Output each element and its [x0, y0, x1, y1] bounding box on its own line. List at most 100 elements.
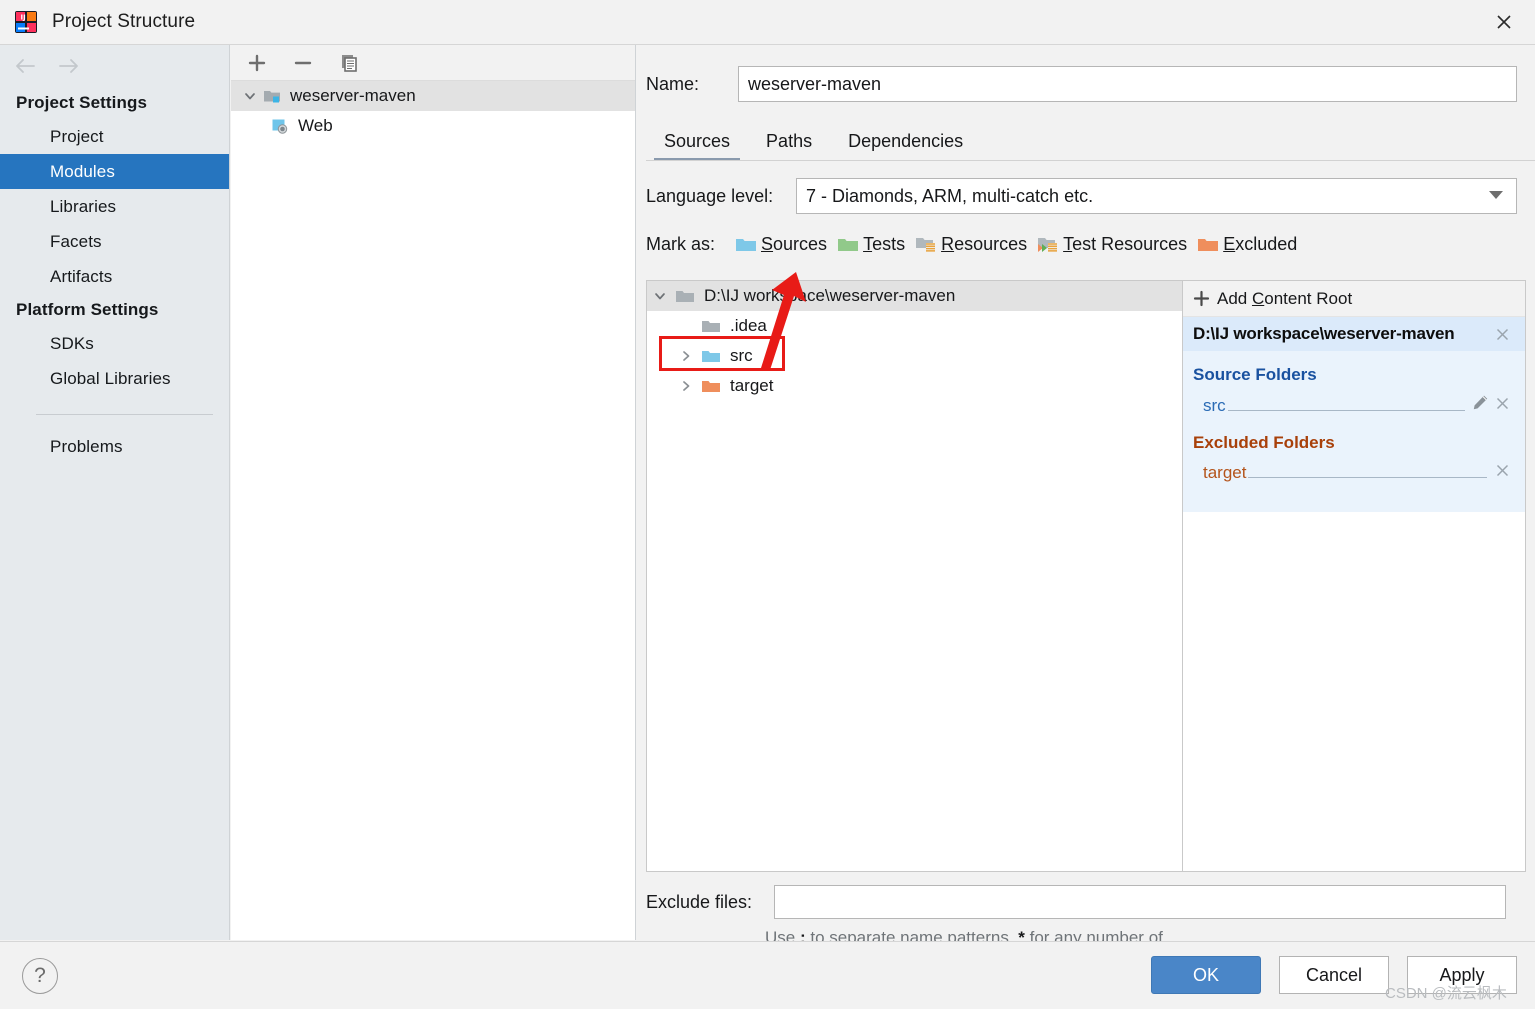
dialog-footer: ? OK Cancel Apply [0, 941, 1535, 1009]
detail-tabs: Sources Paths Dependencies [646, 121, 1535, 161]
file-tree-label: .idea [730, 316, 767, 335]
sidebar-item-project[interactable]: Project [0, 119, 229, 154]
sidebar-navigation [0, 45, 229, 87]
file-tree-row-src[interactable]: src [647, 341, 1182, 371]
module-details-panel: Name: Sources Paths Dependencies Languag… [637, 45, 1535, 973]
module-tree-label: weserver-maven [290, 86, 416, 105]
close-icon[interactable] [1491, 323, 1513, 345]
arrow-left-icon[interactable] [12, 55, 38, 77]
sidebar-group-project-settings: Project Settings [16, 93, 148, 112]
file-tree-row-idea[interactable]: .idea [647, 311, 1182, 341]
file-tree-row-content-root[interactable]: D:\IJ workspace\weserver-maven [647, 281, 1182, 311]
language-level-select[interactable]: 7 - Diamonds, ARM, multi-catch etc. [796, 178, 1517, 214]
module-name-label: Name: [646, 73, 700, 94]
mark-as-row: Mark as: Sources Tests Resources Test Re… [646, 234, 1535, 255]
add-content-root-label: Add Content Root [1217, 288, 1353, 308]
excluded-folder-row-target[interactable]: target [1183, 457, 1525, 487]
pencil-icon[interactable] [1469, 394, 1491, 411]
mark-as-tests-button[interactable]: Tests [837, 234, 905, 255]
plus-icon [1193, 290, 1210, 307]
content-file-tree: D:\IJ workspace\weserver-maven .idea src… [647, 281, 1183, 871]
sidebar-item-facets[interactable]: Facets [0, 224, 229, 259]
file-tree-row-target[interactable]: target [647, 371, 1182, 401]
mark-as-sources-button[interactable]: Sources [735, 234, 827, 255]
module-folder-icon [261, 88, 283, 104]
module-tree-row-web[interactable]: Web [231, 111, 635, 141]
tab-sources[interactable]: Sources [646, 125, 748, 161]
mark-as-tests-label: Tests [863, 234, 906, 254]
folder-excluded-icon [1197, 236, 1219, 254]
close-icon[interactable] [1491, 392, 1513, 414]
chevron-down-icon[interactable] [239, 89, 261, 103]
folder-gray-icon [673, 288, 697, 304]
exclude-files-row: Exclude files: [646, 885, 1526, 919]
mark-as-label: Mark as: [646, 234, 716, 254]
mark-as-sources-label: Sources [761, 234, 828, 254]
folder-tests-icon [837, 236, 859, 254]
excluded-folder-name: target [1203, 463, 1247, 482]
window-title: Project Structure [52, 11, 196, 32]
plus-icon[interactable] [244, 50, 270, 76]
excluded-folders-heading: Excluded Folders [1193, 432, 1335, 452]
modules-toolbar [231, 45, 635, 81]
module-tree-row-weserver-maven[interactable]: weserver-maven [231, 81, 635, 111]
mark-as-test-resources-button[interactable]: Test Resources [1037, 234, 1187, 255]
sidebar-item-problems[interactable]: Problems [0, 429, 229, 464]
chevron-down-icon[interactable] [1488, 187, 1504, 205]
add-content-root-button[interactable]: Add Content Root [1183, 281, 1525, 317]
exclude-files-input[interactable] [774, 885, 1506, 919]
intellij-idea-logo-icon: IJ [14, 10, 38, 34]
content-roots-panel: Add Content Root D:\IJ workspace\weserve… [1183, 281, 1525, 871]
folder-resources-icon [915, 236, 937, 254]
content-root-row[interactable]: D:\IJ workspace\weserver-maven [1183, 317, 1525, 351]
file-tree-label: src [730, 346, 753, 365]
file-tree-label: D:\IJ workspace\weserver-maven [704, 286, 956, 305]
module-name-row: Name: [637, 65, 1535, 103]
module-tree-label: Web [298, 116, 333, 135]
sidebar-item-modules[interactable]: Modules [0, 154, 229, 189]
sources-panels: D:\IJ workspace\weserver-maven .idea src… [646, 280, 1526, 872]
cancel-button[interactable]: Cancel [1279, 956, 1389, 994]
svg-text:IJ: IJ [21, 14, 26, 22]
title-bar: IJ Project Structure [0, 0, 1535, 45]
chevron-down-icon[interactable] [647, 289, 673, 303]
close-icon[interactable] [1491, 460, 1513, 482]
mark-as-excluded-button[interactable]: Excluded [1197, 234, 1297, 255]
mark-as-excluded-label: Excluded [1223, 234, 1298, 254]
copy-icon[interactable] [336, 50, 362, 76]
folder-gray-icon [699, 318, 723, 334]
ok-button[interactable]: OK [1151, 956, 1261, 994]
content-root-path: D:\IJ workspace\weserver-maven [1193, 324, 1455, 343]
chevron-right-icon[interactable] [673, 349, 699, 363]
arrow-right-icon[interactable] [56, 55, 82, 77]
content-root-body: D:\IJ workspace\weserver-maven Source Fo… [1183, 317, 1525, 512]
dialog-buttons: OK Cancel Apply [1151, 956, 1517, 994]
source-folders-heading: Source Folders [1193, 365, 1317, 384]
folder-sources-icon [735, 236, 757, 254]
web-facet-icon [269, 118, 291, 134]
close-icon[interactable] [1473, 0, 1535, 44]
module-name-input[interactable] [738, 66, 1517, 102]
folder-excluded-icon [699, 378, 723, 394]
sidebar-item-artifacts[interactable]: Artifacts [0, 259, 229, 294]
apply-button[interactable]: Apply [1407, 956, 1517, 994]
chevron-right-icon[interactable] [673, 379, 699, 393]
sidebar-item-libraries[interactable]: Libraries [0, 189, 229, 224]
language-level-label: Language level: [646, 185, 774, 206]
sidebar-item-sdks[interactable]: SDKs [0, 326, 229, 361]
tabs-underline [646, 160, 1535, 161]
minus-icon[interactable] [290, 50, 316, 76]
language-level-value: 7 - Diamonds, ARM, multi-catch etc. [806, 185, 1094, 206]
sidebar-divider [36, 414, 213, 415]
mark-as-resources-button[interactable]: Resources [915, 234, 1027, 255]
help-question-icon[interactable]: ? [22, 958, 58, 994]
tab-dependencies[interactable]: Dependencies [830, 125, 981, 161]
sidebar-item-global-libraries[interactable]: Global Libraries [0, 361, 229, 396]
mark-as-test-resources-label: Test Resources [1063, 234, 1188, 254]
folder-sources-icon [699, 348, 723, 364]
source-folder-row-src[interactable]: src [1183, 389, 1525, 419]
tab-paths[interactable]: Paths [748, 125, 830, 161]
folder-row-filler [1248, 464, 1487, 478]
mark-as-resources-label: Resources [941, 234, 1028, 254]
file-tree-label: target [730, 376, 774, 395]
